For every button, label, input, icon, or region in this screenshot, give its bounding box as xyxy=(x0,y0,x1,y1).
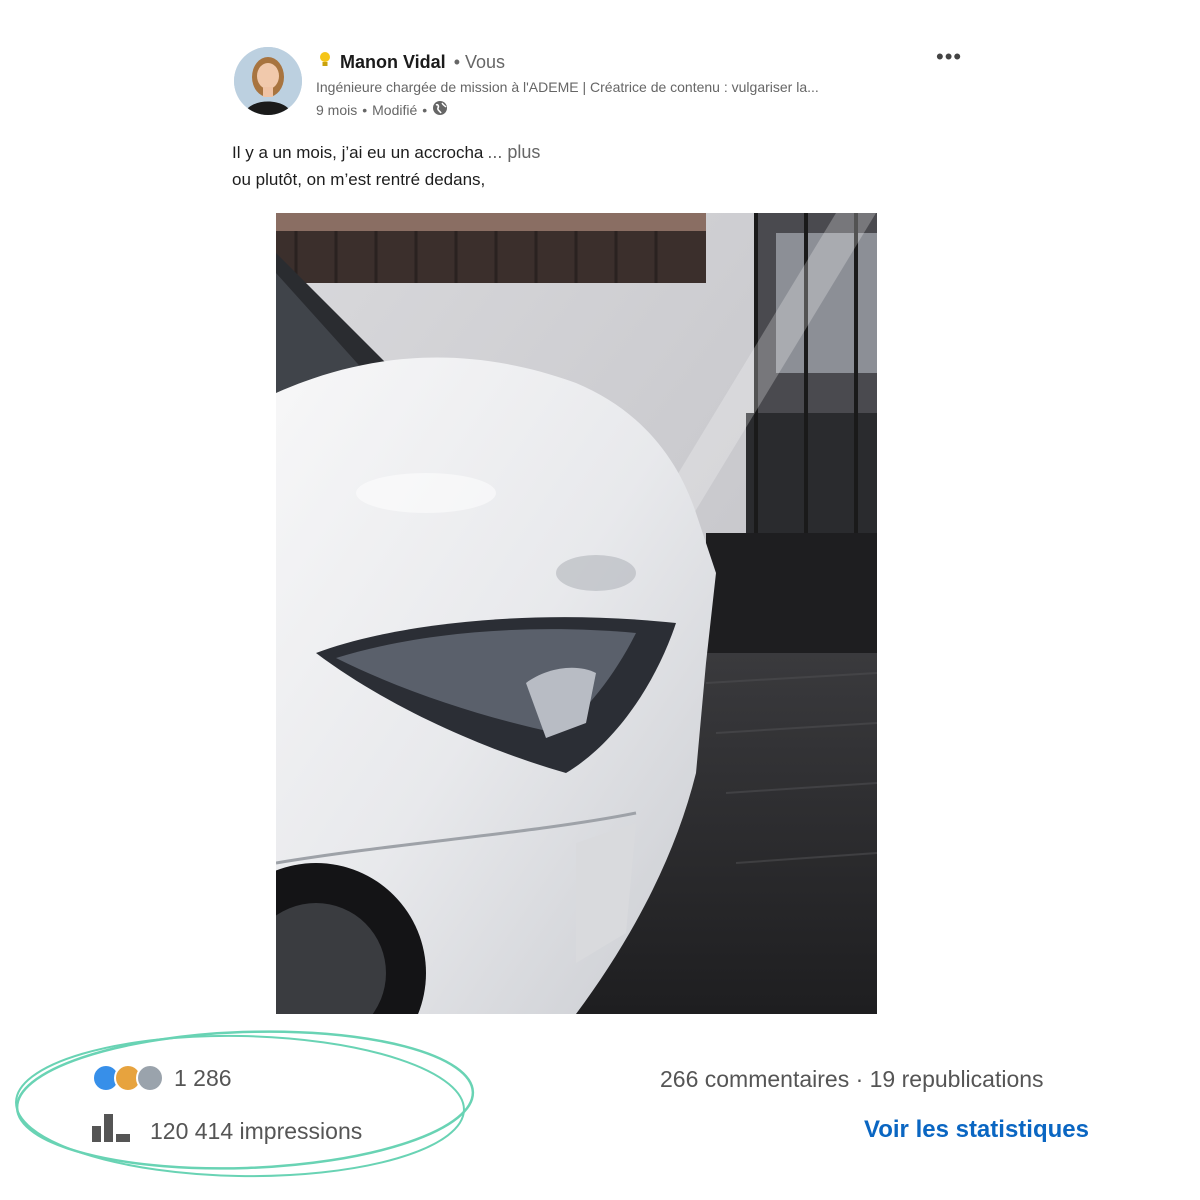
support-reaction-icon xyxy=(136,1064,164,1092)
author-relation: • Vous xyxy=(453,51,506,72)
reactions-count: 1 286 xyxy=(174,1064,232,1091)
globe-icon xyxy=(432,100,448,119)
author-name-row: Manon Vidal • Vous xyxy=(318,50,505,74)
impressions-summary[interactable]: 120 414 impressions xyxy=(92,1114,362,1148)
author-name[interactable]: Manon Vidal xyxy=(340,52,446,73)
comments-reposts[interactable]: 266 commentaires · 19 republications xyxy=(660,1066,1044,1093)
post-text-line2: ou plutôt, on m’est rentré dedans, xyxy=(232,170,486,189)
lightbulb-icon xyxy=(318,51,332,74)
post-text: Il y a un mois, j’ai eu un accrocha xyxy=(232,143,484,162)
meta-separator: • xyxy=(422,101,428,118)
view-stats-link[interactable]: Voir les statistiques xyxy=(864,1116,1089,1144)
meta-separator: • xyxy=(362,101,368,118)
reaction-icons xyxy=(92,1064,164,1092)
post-edited: Modifié xyxy=(372,101,418,118)
author-avatar[interactable] xyxy=(234,47,302,115)
post-meta: 9 mois • Modifié • xyxy=(316,100,448,119)
reactions-summary[interactable]: 1 286 xyxy=(92,1064,232,1092)
post-text-line1: Il y a un mois, j’ai eu un accrocha... p… xyxy=(232,142,540,163)
highlight-ellipse xyxy=(15,1030,475,1178)
bar-chart-icon xyxy=(92,1114,132,1148)
post-image[interactable] xyxy=(276,213,877,1014)
author-headline: Ingénieure chargée de mission à l'ADEME … xyxy=(316,79,819,95)
post-time: 9 mois xyxy=(316,101,358,118)
see-more-link[interactable]: ... plus xyxy=(487,142,540,162)
impressions-count: 120 414 impressions xyxy=(150,1117,363,1144)
more-options-icon[interactable]: ••• xyxy=(936,44,962,70)
